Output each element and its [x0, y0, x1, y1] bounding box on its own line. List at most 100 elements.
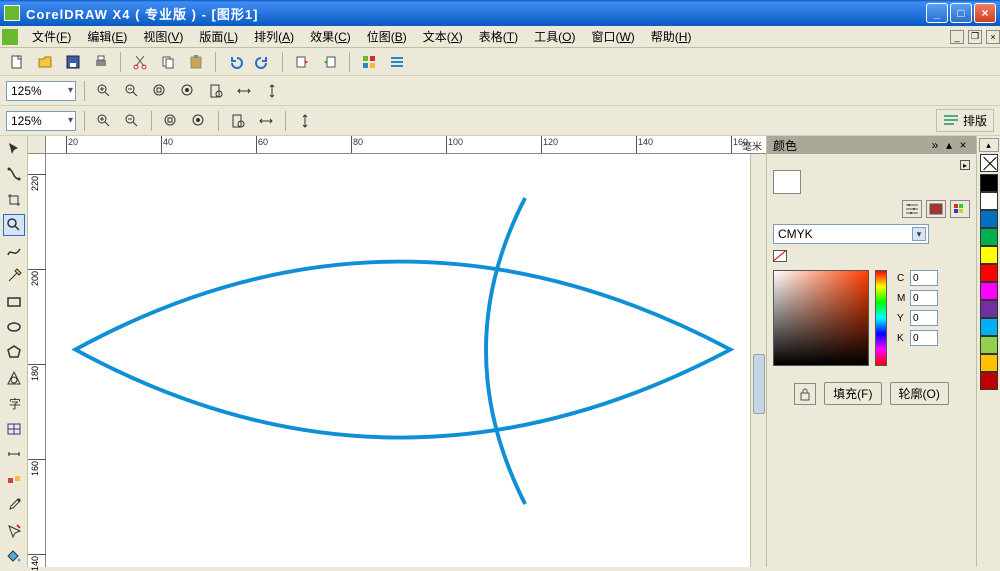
tool-basic-shapes[interactable] — [3, 367, 25, 388]
menu-v[interactable]: 视图(V) — [135, 26, 191, 47]
window-close-button[interactable]: × — [974, 3, 996, 23]
tool-shape[interactable] — [3, 163, 25, 184]
tool-text[interactable]: 字 — [3, 393, 25, 414]
typeset-button[interactable]: 排版 — [936, 109, 994, 132]
menu-a[interactable]: 排列(A) — [246, 26, 302, 47]
horizontal-ruler[interactable]: 毫米 20406080100120140160 — [46, 136, 766, 154]
cyan-input[interactable] — [910, 270, 938, 286]
tool-polygon[interactable] — [3, 342, 25, 363]
save-icon[interactable] — [62, 51, 84, 73]
menu-w[interactable]: 窗口(W) — [583, 26, 642, 47]
zoom-all-icon[interactable] — [177, 80, 199, 102]
import-icon[interactable] — [291, 51, 313, 73]
docker-menu-icon[interactable]: ▸ — [960, 160, 970, 170]
palette-swatch[interactable] — [980, 372, 998, 390]
zoom-selection-icon[interactable] — [149, 80, 171, 102]
tool-freehand[interactable] — [3, 240, 25, 261]
tool-fill[interactable] — [3, 546, 25, 567]
tool-rectangle[interactable] — [3, 291, 25, 312]
doc-restore-button[interactable]: ❐ — [968, 30, 982, 44]
palette-mode-icon[interactable] — [950, 200, 970, 218]
zoom-width-icon[interactable] — [255, 110, 277, 132]
palette-swatch[interactable] — [980, 354, 998, 372]
menu-e[interactable]: 编辑(E) — [79, 26, 135, 47]
copy-icon[interactable] — [157, 51, 179, 73]
window-maximize-button[interactable]: □ — [950, 3, 972, 23]
viewer-mode-icon[interactable] — [926, 200, 946, 218]
menu-o[interactable]: 工具(O) — [526, 26, 583, 47]
ruler-origin[interactable] — [28, 136, 46, 154]
palette-no-color[interactable] — [980, 154, 998, 172]
yellow-input[interactable] — [910, 310, 938, 326]
palette-swatch[interactable] — [980, 318, 998, 336]
palette-swatch[interactable] — [980, 246, 998, 264]
menu-h[interactable]: 帮助(H) — [643, 26, 700, 47]
no-color-chip[interactable] — [773, 250, 787, 262]
tool-zoom[interactable] — [3, 214, 25, 235]
palette-swatch[interactable] — [980, 264, 998, 282]
docker-close-icon[interactable]: × — [956, 138, 970, 152]
palette-swatch[interactable] — [980, 210, 998, 228]
sliders-mode-icon[interactable] — [902, 200, 922, 218]
menu-t[interactable]: 表格(T) — [471, 26, 526, 47]
magenta-input[interactable] — [910, 290, 938, 306]
zoom-level-combo-2[interactable]: 125%▾ — [6, 111, 76, 131]
tool-smart[interactable] — [3, 265, 25, 286]
zoom-all-icon[interactable] — [188, 110, 210, 132]
hue-slider[interactable] — [875, 270, 887, 366]
docker-collapse-icon[interactable]: ▴ — [942, 138, 956, 152]
palette-swatch[interactable] — [980, 336, 998, 354]
menu-b[interactable]: 位图(B) — [359, 26, 415, 47]
tool-crop[interactable] — [3, 189, 25, 210]
zoom-in-icon[interactable] — [93, 110, 115, 132]
window-minimize-button[interactable]: _ — [926, 3, 948, 23]
zoom-height-icon[interactable] — [294, 110, 316, 132]
tool-eyedropper[interactable] — [3, 495, 25, 516]
redo-icon[interactable] — [252, 51, 274, 73]
undo-icon[interactable] — [224, 51, 246, 73]
palette-swatch[interactable] — [980, 300, 998, 318]
export-icon[interactable] — [319, 51, 341, 73]
zoom-selection-icon[interactable] — [160, 110, 182, 132]
color-field[interactable] — [773, 270, 869, 366]
menu-f[interactable]: 文件(F) — [24, 26, 79, 47]
new-icon[interactable] — [6, 51, 28, 73]
zoom-width-icon[interactable] — [233, 80, 255, 102]
black-input[interactable] — [910, 330, 938, 346]
zoom-out-icon[interactable] — [121, 80, 143, 102]
tool-ellipse[interactable] — [3, 316, 25, 337]
tool-outline[interactable] — [3, 520, 25, 541]
zoom-page-icon[interactable] — [227, 110, 249, 132]
zoom-level-combo-1[interactable]: 125%▾ — [6, 81, 76, 101]
print-icon[interactable] — [90, 51, 112, 73]
cut-icon[interactable] — [129, 51, 151, 73]
color-model-select[interactable]: CMYK ▾ — [773, 224, 929, 244]
palette-scroll-up-icon[interactable]: ▴ — [979, 138, 999, 152]
zoom-height-icon[interactable] — [261, 80, 283, 102]
tool-table[interactable] — [3, 418, 25, 439]
vertical-ruler[interactable]: 220200180160140 — [28, 154, 46, 567]
zoom-page-icon[interactable] — [205, 80, 227, 102]
tool-pick[interactable] — [3, 138, 25, 159]
vertical-scrollbar[interactable] — [750, 154, 766, 567]
palette-swatch[interactable] — [980, 282, 998, 300]
doc-minimize-button[interactable]: _ — [950, 30, 964, 44]
zoom-in-icon[interactable] — [93, 80, 115, 102]
outline-button[interactable]: 轮廓(O) — [890, 382, 949, 405]
tool-interactive[interactable] — [3, 469, 25, 490]
doc-close-button[interactable]: × — [986, 30, 1000, 44]
zoom-out-icon[interactable] — [121, 110, 143, 132]
palette-swatch[interactable] — [980, 228, 998, 246]
palette-swatch[interactable] — [980, 174, 998, 192]
menu-c[interactable]: 效果(C) — [302, 26, 359, 47]
scrollbar-thumb[interactable] — [753, 354, 765, 414]
menu-x[interactable]: 文本(X) — [415, 26, 471, 47]
open-icon[interactable] — [34, 51, 56, 73]
app-launcher-icon[interactable] — [358, 51, 380, 73]
tool-dimension[interactable] — [3, 444, 25, 465]
paste-icon[interactable] — [185, 51, 207, 73]
palette-swatch[interactable] — [980, 192, 998, 210]
docker-expand-icon[interactable]: » — [928, 138, 942, 152]
options-icon[interactable] — [386, 51, 408, 73]
fill-button[interactable]: 填充(F) — [824, 382, 881, 405]
